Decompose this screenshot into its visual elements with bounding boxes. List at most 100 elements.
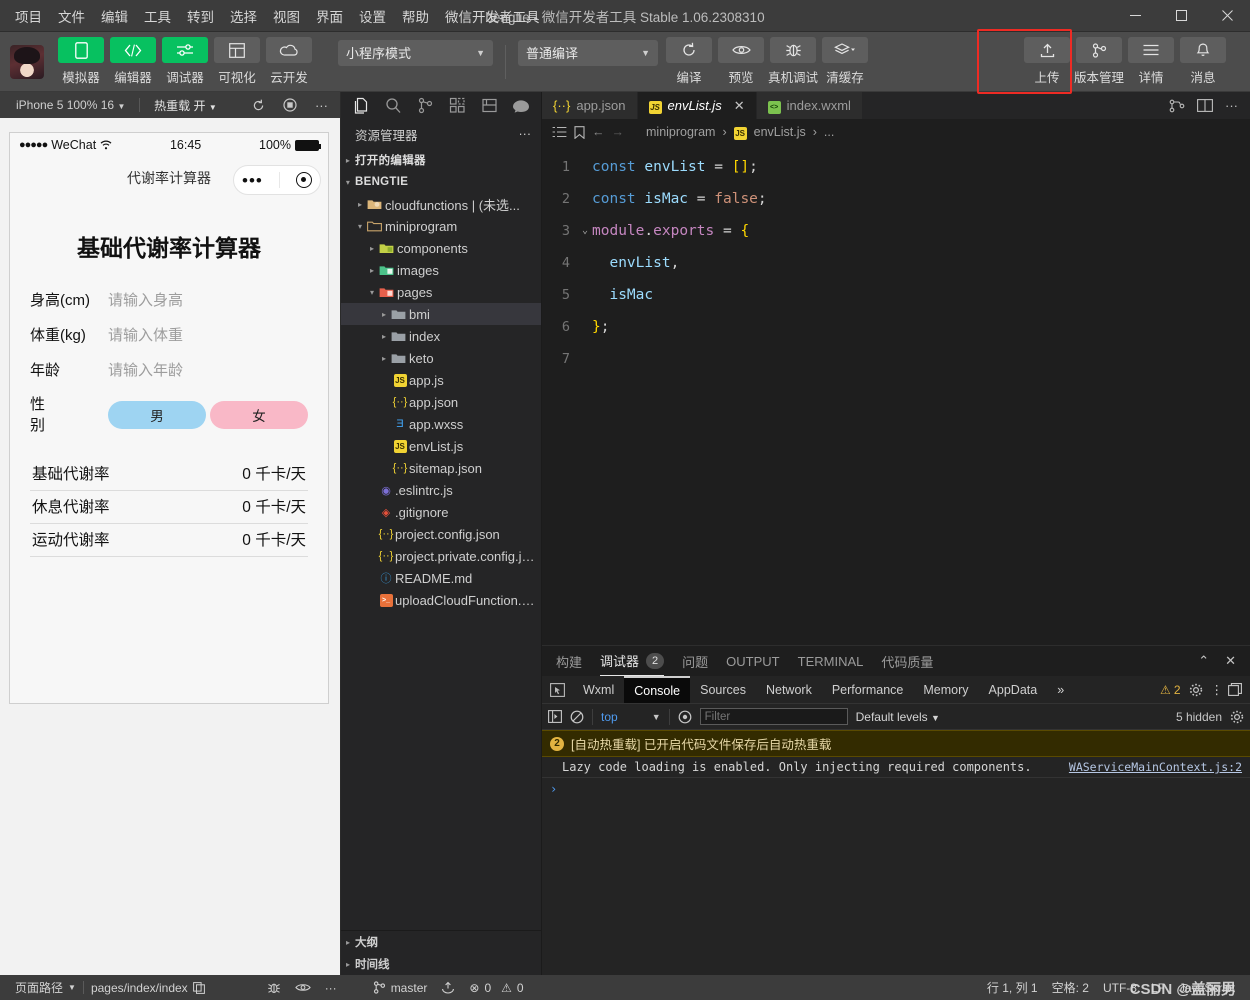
gender-female-button[interactable]: 女 <box>210 401 308 429</box>
hot-reload-select[interactable]: 热重载 开 ▼ <box>148 97 223 114</box>
version-control-button[interactable]: 版本管理 <box>1074 37 1124 86</box>
status-bug-icon[interactable] <box>260 981 288 995</box>
tree-item-bmi[interactable]: ▸ bmi <box>341 303 541 325</box>
language-mode[interactable]: JavaScript <box>1172 981 1242 995</box>
tab-envlist-js[interactable]: JS envList.js ✕ <box>637 92 757 119</box>
breadcrumb-item-miniprogram[interactable]: miniprogram <box>646 125 715 139</box>
devtools-tab-overflow[interactable]: » <box>1047 676 1074 703</box>
tree-item-app-json[interactable]: {··} app.json <box>341 391 541 413</box>
clear-cache-button[interactable]: 清缓存 <box>822 37 868 86</box>
messages-button[interactable]: 消息 <box>1180 37 1226 86</box>
tree-item-pages[interactable]: ▾ pages <box>341 281 541 303</box>
maximize-button[interactable] <box>1158 0 1204 32</box>
console-source-link[interactable]: WAServiceMainContext.js:2 <box>1069 760 1242 774</box>
menu-item-project[interactable]: 项目 <box>8 2 49 30</box>
tree-item-project-config[interactable]: {··} project.config.json <box>341 523 541 545</box>
tree-section-bengtie[interactable]: ▾ BENGTIE <box>341 171 541 193</box>
menu-item-view[interactable]: 视图 <box>266 2 307 30</box>
bookmark-icon[interactable] <box>574 125 585 139</box>
devtools-tab-performance[interactable]: Performance <box>822 676 914 703</box>
device-select[interactable]: iPhone 5 100% 16 ▼ <box>10 98 131 112</box>
console-settings-icon[interactable] <box>1230 710 1244 724</box>
extensions-icon[interactable] <box>441 93 473 119</box>
upload-button[interactable]: 上传 <box>1024 37 1070 86</box>
menu-item-select[interactable]: 选择 <box>223 2 264 30</box>
panel-tab-terminal[interactable]: TERMINAL <box>798 654 864 669</box>
forward-icon[interactable]: → <box>612 125 625 139</box>
real-device-debug-button[interactable]: 真机调试 <box>768 37 818 86</box>
status-more-icon[interactable]: ··· <box>318 981 344 995</box>
save-icon[interactable] <box>473 93 505 119</box>
editor-layout-icon[interactable] <box>1197 99 1213 112</box>
gender-male-button[interactable]: 男 <box>108 401 206 429</box>
breadcrumb-item-more[interactable]: ... <box>824 125 834 139</box>
tree-item-app-wxss[interactable]: Ǝ app.wxss <box>341 413 541 435</box>
tree-item-app-js[interactable]: JS app.js <box>341 369 541 391</box>
console-context-select[interactable]: top ▼ <box>601 710 661 724</box>
tree-section-open-editors[interactable]: ▸ 打开的编辑器 <box>341 149 541 171</box>
breadcrumb-item-envlist[interactable]: envList.js <box>754 125 806 139</box>
menu-item-settings[interactable]: 设置 <box>352 2 393 30</box>
simulator-record-icon[interactable] <box>283 98 300 112</box>
source-control-icon[interactable] <box>409 93 441 119</box>
menu-item-edit[interactable]: 编辑 <box>94 2 135 30</box>
console-sidebar-icon[interactable] <box>548 710 562 723</box>
tree-item-envlist-js[interactable]: JS envList.js <box>341 435 541 457</box>
panel-tab-build[interactable]: 构建 <box>556 652 582 671</box>
editor-toggle-button[interactable]: 编辑器 <box>110 37 156 86</box>
search-icon[interactable] <box>377 93 409 119</box>
visual-toggle-button[interactable]: 可视化 <box>214 37 260 86</box>
cursor-position[interactable]: 行 1, 列 1 <box>980 979 1045 996</box>
panel-tab-debugger[interactable]: 调试器 2 <box>600 646 665 676</box>
tab-close-icon[interactable]: ✕ <box>734 98 745 114</box>
minimize-button[interactable] <box>1112 0 1158 32</box>
cloud-toggle-button[interactable]: 云开发 <box>266 37 312 86</box>
back-icon[interactable]: ← <box>592 125 605 139</box>
menu-item-interface[interactable]: 界面 <box>309 2 350 30</box>
capsule-menu-icon[interactable]: ••• <box>242 172 263 189</box>
capsule-close-icon[interactable] <box>295 172 312 188</box>
tree-item-readme[interactable]: ⓘ README.md <box>341 567 541 589</box>
editor-more-icon[interactable]: ··· <box>1225 98 1238 113</box>
console-output[interactable]: 2 [自动热重载] 已开启代码文件保存后自动热重载 Lazy code load… <box>542 730 1250 975</box>
compile-button[interactable]: 编译 <box>666 37 712 86</box>
devtools-tab-console[interactable]: Console <box>624 676 691 703</box>
debugger-toggle-button[interactable]: 调试器 <box>162 37 208 86</box>
tab-app-json[interactable]: {··} app.json <box>542 92 638 119</box>
menu-item-help[interactable]: 帮助 <box>395 2 436 30</box>
page-path-value[interactable]: pages/index/index <box>84 981 212 995</box>
copy-icon[interactable] <box>192 981 205 994</box>
problems-status[interactable]: ⊗ 0 ⚠ 0 <box>462 981 530 995</box>
tree-item-miniprogram[interactable]: ▾ miniprogram <box>341 215 541 237</box>
panel-tab-output[interactable]: OUTPUT <box>726 654 779 669</box>
devtools-tab-network[interactable]: Network <box>756 676 822 703</box>
explorer-more-icon[interactable]: ··· <box>519 127 532 141</box>
tree-item-gitignore[interactable]: ◈ .gitignore <box>341 501 541 523</box>
simulator-toggle-button[interactable]: 模拟器 <box>58 37 104 86</box>
status-eye-icon[interactable] <box>288 982 318 993</box>
menu-item-tools[interactable]: 工具 <box>137 2 178 30</box>
tree-item-upload-cloud-function[interactable]: >_ uploadCloudFunction.sh <box>341 589 541 611</box>
code-editor[interactable]: 1 const envList = []; 2 const isMac = fa… <box>542 145 1250 645</box>
panel-close-icon[interactable]: ✕ <box>1225 653 1236 669</box>
split-editor-icon[interactable] <box>1169 99 1185 113</box>
line-ending[interactable]: LF <box>1144 981 1172 995</box>
compile-mode-select[interactable]: 普通编译 ▼ x <box>518 39 658 84</box>
outline-icon[interactable] <box>552 126 567 138</box>
console-prompt[interactable]: › <box>542 778 1250 800</box>
tree-item-index[interactable]: ▸ index <box>341 325 541 347</box>
devtools-tab-memory[interactable]: Memory <box>913 676 978 703</box>
panel-collapse-icon[interactable]: ⌃ <box>1198 653 1209 669</box>
tab-index-wxml[interactable]: <> index.wxml <box>756 92 863 119</box>
console-log-entry[interactable]: Lazy code loading is enabled. Only injec… <box>542 757 1250 778</box>
tree-item-project-private-config[interactable]: {··} project.private.config.js... <box>341 545 541 567</box>
details-button[interactable]: 详情 <box>1128 37 1174 86</box>
clear-console-icon[interactable] <box>570 710 584 724</box>
encoding[interactable]: UTF-8 <box>1096 981 1144 995</box>
devtools-tab-appdata[interactable]: AppData <box>979 676 1048 703</box>
preview-button[interactable]: 预览 <box>718 37 764 86</box>
page-path-select[interactable]: 页面路径 ▼ <box>8 979 83 996</box>
tree-item-keto[interactable]: ▸ keto <box>341 347 541 369</box>
devtools-kebab-icon[interactable]: ⋮ <box>1211 682 1225 697</box>
weight-input[interactable]: 请输入体重 <box>108 324 183 345</box>
